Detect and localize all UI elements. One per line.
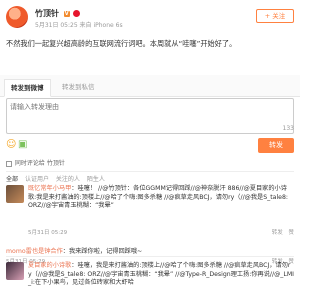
picture-icon[interactable]: ▣	[18, 138, 27, 152]
list-item: 既忆常年小马甲：哇噻！ //@竹顶针：各位GGMM记得回踩//@神奈脱汗 886…	[6, 185, 294, 245]
repost-input[interactable]	[7, 99, 293, 133]
author-name-text[interactable]: 竹顶针	[35, 9, 59, 18]
options-row: 同时评论给 竹顶针	[6, 158, 294, 168]
post-body: 不然我们一起复兴超高龄的互联网流行词吧。本周就从“哇噻”开始好了。	[6, 39, 237, 48]
list-item: momo雷也是钟合作：我来踩你啦，记得回踩哦~ 5月31日 05:29 转发 赞	[6, 248, 294, 265]
comment-body: ：我来踩你啦，记得回踩哦~	[62, 248, 143, 255]
comment-actions: 转发 赞	[268, 228, 294, 236]
comment-filter-row: 全部 认证用户 关注的人 陌生人	[6, 171, 294, 183]
comment-time: 5月31日 05:29	[28, 230, 68, 236]
also-comment-label: 同时评论给	[14, 160, 45, 167]
share-tabs: 转发到微博 转发到私信	[0, 75, 300, 97]
repost-toolbar: ☺ ▣ 转发	[6, 138, 294, 154]
also-comment-target: 竹顶针	[46, 160, 65, 167]
filter-all[interactable]: 全部	[6, 176, 18, 183]
post-meta: 5月31日 05:25 来自 iPhone 6s	[35, 22, 123, 29]
comment-text: 既忆常年小马甲：哇噻！ //@竹顶针：各位GGMM记得回踩//@神奈脱汗 886…	[28, 185, 294, 211]
emoji-icon[interactable]: ☺	[6, 138, 16, 152]
commenter-avatar[interactable]	[6, 185, 24, 203]
commenter-name[interactable]: 既忆常年小马甲	[28, 185, 71, 192]
commenter-avatar[interactable]	[6, 262, 24, 280]
tab-repost-private[interactable]: 转发到私信	[56, 79, 101, 97]
filter-strangers[interactable]: 陌生人	[87, 176, 105, 183]
post-header: 竹顶针 V 5月31日 05:25 来自 iPhone 6s + 关注	[6, 6, 294, 36]
vip-badge-icon: V	[63, 10, 70, 17]
comment-text: 夏目家的小诗歌：哇噻，我是来打酱油的:顶楼上//@哈了个嗨:图多杀糖 //@疯草…	[28, 262, 294, 288]
tab-repost-weibo[interactable]: 转发到微博	[4, 79, 51, 97]
filter-following[interactable]: 关注的人	[56, 176, 80, 183]
char-count: 133	[282, 125, 294, 132]
author-avatar[interactable]	[6, 6, 28, 28]
follow-button[interactable]: + 关注	[256, 9, 294, 23]
verified-icon	[73, 10, 81, 17]
repost-box	[6, 98, 294, 134]
comment-like-link[interactable]: 赞	[288, 230, 294, 236]
also-comment-checkbox[interactable]	[6, 160, 12, 167]
comment-repost-link[interactable]: 转发	[272, 230, 283, 236]
filter-verified[interactable]: 认证用户	[25, 176, 49, 183]
also-comment-option[interactable]: 同时评论给 竹顶针	[6, 158, 65, 167]
repost-button[interactable]: 转发	[258, 138, 294, 153]
comment-text: momo雷也是钟合作：我来踩你啦，记得回踩哦~	[6, 248, 294, 257]
commenter-name[interactable]: 夏目家的小诗歌	[28, 262, 71, 269]
commenter-name[interactable]: momo雷也是钟合作	[6, 248, 63, 255]
author-name[interactable]: 竹顶针 V	[35, 8, 81, 19]
list-item: 夏目家的小诗歌：哇噻，我是来打酱油的:顶楼上//@哈了个嗨:图多杀糖 //@疯草…	[6, 262, 294, 300]
